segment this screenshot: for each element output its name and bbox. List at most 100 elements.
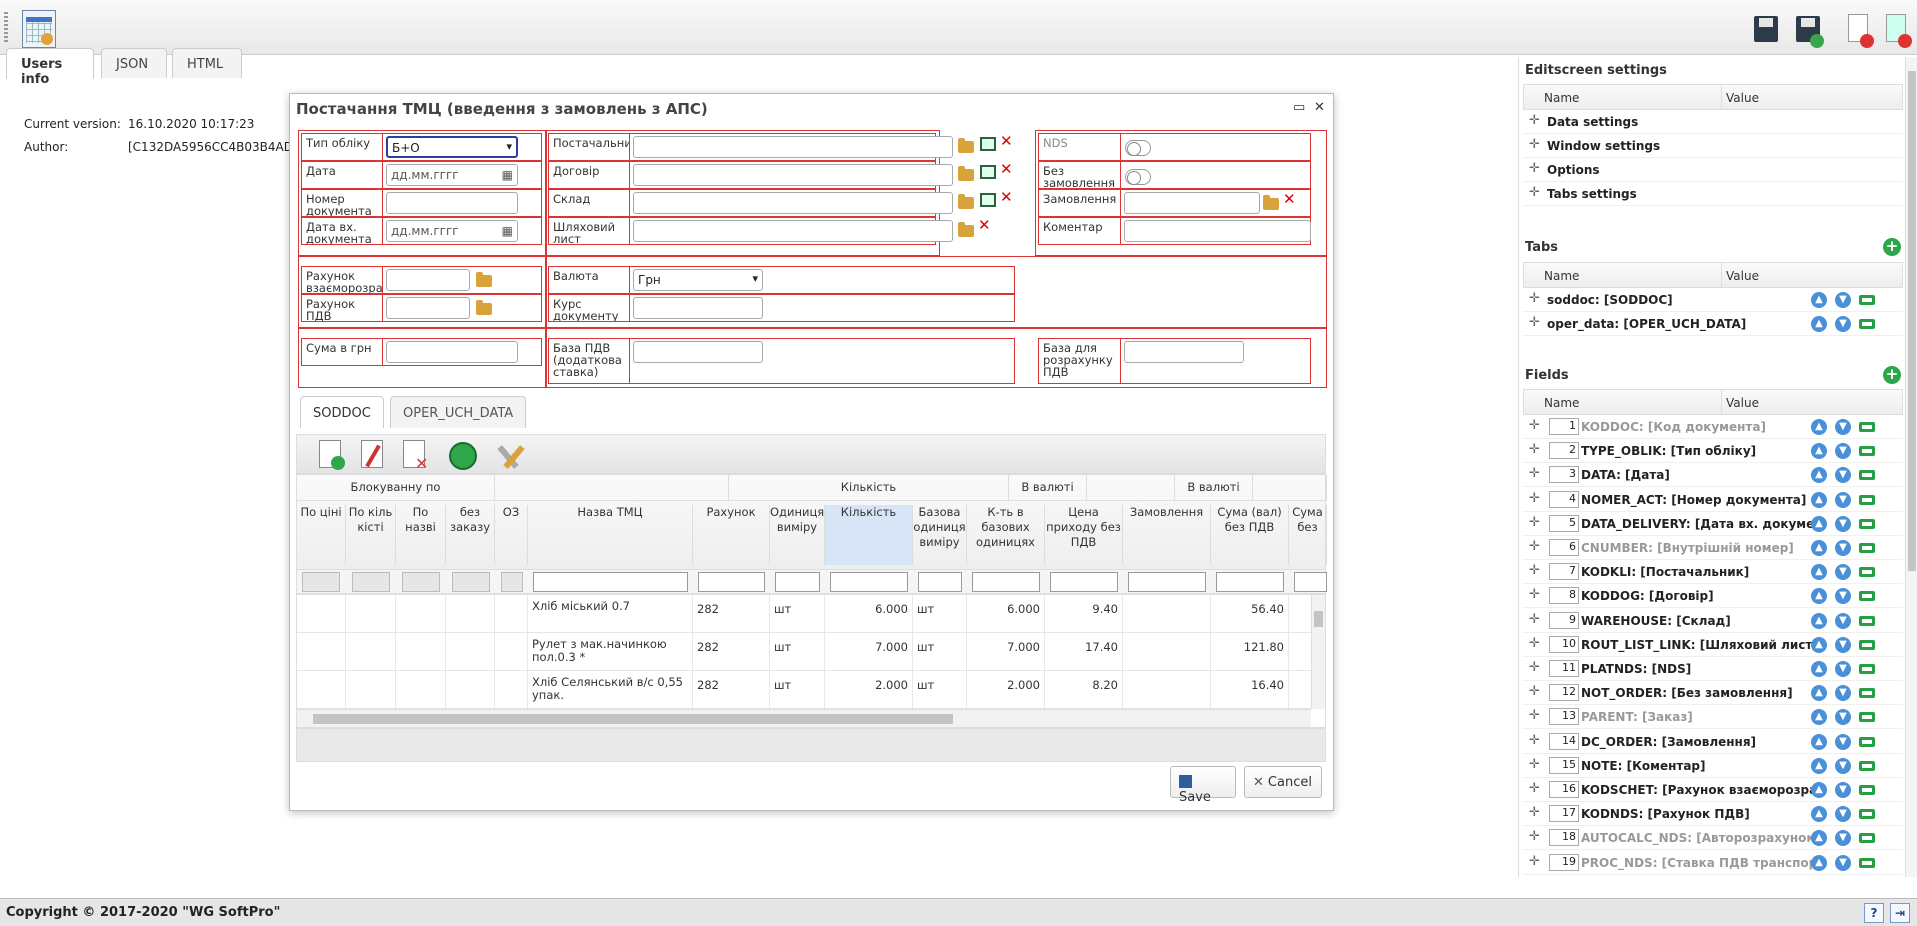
field-item[interactable]: ✛ 8 KODDOG: [Договір] ▲ ▼ [1523,584,1903,609]
col-zamovlennya[interactable]: Замовлення [1123,505,1211,565]
grid-vscrollbar[interactable] [1311,595,1325,709]
data-vh-input[interactable]: дд.мм.гггг ▦ [386,220,518,242]
move-down-icon[interactable]: ▼ [1835,733,1851,750]
save-button[interactable]: Save [1170,766,1236,805]
delete-document-icon[interactable] [1842,12,1874,48]
filter-kilkist[interactable] [830,572,908,592]
grid-icon[interactable] [980,193,996,207]
dogovir-input[interactable] [633,164,953,186]
move-down-icon[interactable]: ▼ [1835,636,1851,653]
expand-icon[interactable]: ✛ [1529,661,1540,674]
folder-icon[interactable] [958,222,974,237]
field-item[interactable]: ✛ 12 NOT_ORDER: [Без замовлення] ▲ ▼ [1523,681,1903,706]
field-item[interactable]: ✛ 16KODSCHET: [Рахунок взаєморозрахунків]… [1523,778,1903,802]
tab-json[interactable]: JSON [101,48,167,78]
field-item[interactable]: ✛ 13 PARENT: [Заказ] ▲ ▼ [1523,705,1903,730]
col-bez-zakazu[interactable]: без заказу [446,505,495,565]
field-order-input[interactable]: 13 [1549,708,1579,726]
save-refresh-icon[interactable] [1792,12,1824,48]
col-po-kilkosti[interactable]: По кіль кісті [346,505,396,565]
field-item[interactable]: ✛ 1 KODDOC: [Код документа] ▲ ▼ [1523,415,1903,439]
edit-icon[interactable] [1859,736,1875,747]
folder-icon[interactable] [958,138,974,153]
field-item[interactable]: ✛ 2 TYPE_OBLIK: [Тип обліку] ▲ ▼ [1523,439,1903,464]
move-down-icon[interactable]: ▼ [1835,540,1851,556]
field-order-input[interactable]: 10 [1549,635,1579,653]
edit-icon[interactable] [1859,760,1875,771]
col-tsina[interactable]: Цена приходу без ПДВ [1045,505,1123,565]
edit-icon[interactable] [1859,518,1875,529]
filter-odynytsya[interactable] [775,572,820,592]
move-down-icon[interactable]: ▼ [1835,661,1851,677]
expand-icon[interactable]: ✛ [1529,806,1540,819]
move-up-icon[interactable]: ▲ [1811,540,1827,556]
field-order-input[interactable]: 11 [1549,660,1579,677]
tab-item[interactable]: ✛ oper_data: [OPER_UCH_DATA] ▲ ▼ [1523,312,1903,336]
move-down-icon[interactable]: ▼ [1835,830,1851,847]
field-order-input[interactable]: 14 [1549,732,1579,750]
edit-icon[interactable] [1859,470,1875,481]
sklad-input[interactable] [633,192,953,214]
field-item[interactable]: ✛ 10 ROUT_LIST_LINK: [Шляховий лист] ▲ ▼ [1523,633,1903,657]
tip-obliku-select[interactable]: Б+О ▾ [386,136,518,158]
editscreen-item[interactable]: ✛ Window settings [1523,134,1903,158]
editscreen-item[interactable]: ✛ Tabs settings [1523,182,1903,206]
filter-rahunok[interactable] [698,572,765,592]
settings-tools-icon[interactable] [497,438,529,472]
move-up-icon[interactable]: ▲ [1811,854,1827,871]
expand-icon[interactable]: ✛ [1529,782,1540,795]
move-down-icon[interactable]: ▼ [1835,685,1851,702]
move-down-icon[interactable]: ▼ [1835,467,1851,484]
rahunok-vz-input[interactable] [386,269,470,291]
field-order-input[interactable]: 15 [1549,756,1579,774]
move-up-icon[interactable]: ▲ [1811,685,1827,702]
col-oz[interactable]: ОЗ [495,505,528,565]
edit-icon[interactable] [1859,664,1875,674]
move-down-icon[interactable]: ▼ [1835,709,1851,726]
col-bazova-odynytsya[interactable]: Базова одиниця виміру [913,505,967,565]
postachalnik-input[interactable] [633,136,953,158]
field-order-input[interactable]: 16 [1549,781,1579,798]
cancel-button[interactable]: ✕ Cancel [1244,766,1322,798]
col-nazva-tmc[interactable]: Назва ТМЦ [528,505,693,565]
kurs-input[interactable] [633,297,763,319]
folder-icon[interactable] [1263,195,1279,210]
field-item[interactable]: ✛ 3 DATA: [Дата] ▲ ▼ [1523,463,1903,488]
field-item[interactable]: ✛ 4 NOMER_ACT: [Номер документа] ▲ ▼ [1523,488,1903,512]
expand-icon[interactable]: ✛ [1529,613,1540,626]
shlyah-input[interactable] [633,220,953,242]
field-order-input[interactable]: 6 [1549,539,1579,556]
logout-icon[interactable]: ⇥ [1890,903,1910,923]
expand-icon[interactable]: ✛ [1529,830,1540,843]
move-up-icon[interactable]: ▲ [1811,491,1827,508]
field-item[interactable]: ✛ 7 KODKLI: [Постачальник] ▲ ▼ [1523,560,1903,585]
expand-icon[interactable]: ✛ [1529,492,1540,505]
col-po-nazvi[interactable]: По назві [396,505,446,565]
tab-oper-uch-data[interactable]: OPER_UCH_DATA [390,396,526,428]
tab-users-info[interactable]: Users info [6,48,94,87]
field-order-input[interactable]: 2 [1549,442,1579,460]
data-input[interactable]: дд.мм.гггг ▦ [386,164,518,186]
filter-suma-val[interactable] [1216,572,1284,592]
edit-row-icon[interactable] [357,438,389,472]
grid-icon[interactable] [980,165,996,179]
tab-soddoc[interactable]: SODDOC [300,396,384,428]
grid-icon[interactable] [980,137,996,151]
field-item[interactable]: ✛19PROC_NDS: [Ставка ПДВ транспортних]▲▼ [1523,851,1903,875]
move-down-icon[interactable]: ▼ [1835,588,1851,605]
baza-pdv-input[interactable] [633,341,763,363]
tab-html[interactable]: HTML [172,48,242,78]
clear-icon[interactable]: ✕ [1000,190,1013,205]
add-row-icon[interactable] [315,438,347,472]
filter-suma-bez[interactable] [1294,572,1327,592]
filter-zamovlennya[interactable] [1128,572,1206,592]
filter-nazva[interactable] [533,572,688,592]
field-order-input[interactable]: 1 [1549,418,1579,435]
clear-icon[interactable]: ✕ [978,218,991,233]
grid-hscrollbar[interactable] [297,709,1311,727]
move-down-icon[interactable]: ▼ [1835,806,1851,823]
refresh-icon[interactable] [447,438,479,472]
table-row[interactable]: Рулет з мак.начинкою пол.0.3 * 282 шт 7.… [297,633,1311,671]
table-row[interactable]: Хліб Селянський в/с 0,55 упак. 282 шт 2.… [297,671,1311,709]
expand-icon[interactable]: ✛ [1529,685,1540,698]
